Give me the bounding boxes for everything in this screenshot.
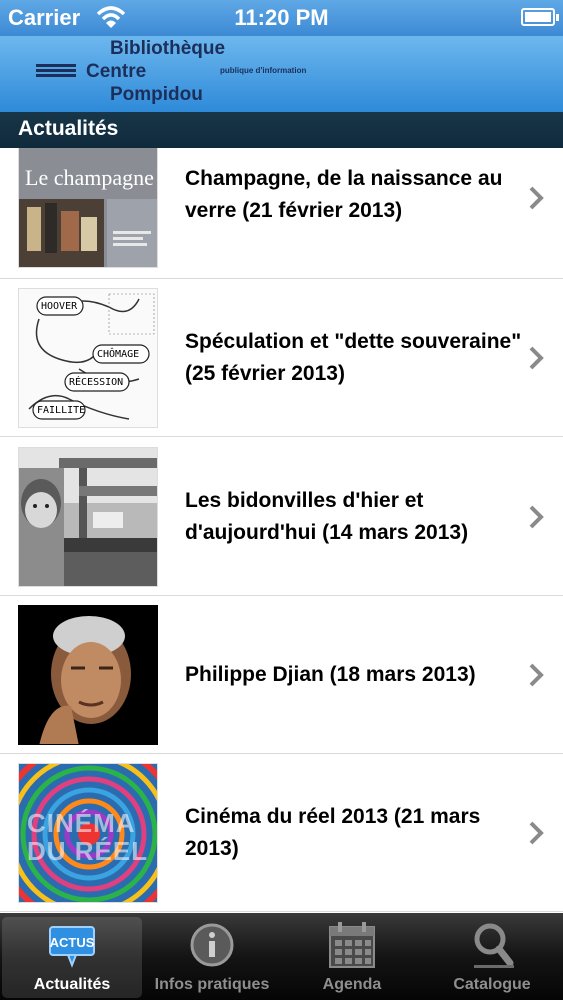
item-title: Philippe Djian (18 mars 2013) [185, 663, 476, 686]
thumbnail-word: CHÔMAGE [97, 349, 140, 360]
list-item[interactable]: Philippe Djian (18 mars 2013) [0, 596, 563, 754]
info-icon [190, 923, 234, 967]
actus-icon-text: ACTUS [50, 935, 95, 950]
item-title: Champagne, de la naissance au verre (21 … [185, 167, 503, 222]
tab-actualites[interactable]: ACTUS Actualités [2, 917, 142, 998]
thumbnail-image [18, 447, 158, 587]
thumbnail-title: CINÉMA [27, 808, 136, 838]
thumbnail-image: HOOVER CHÔMAGE RÉCESSION FAILLITE [18, 288, 158, 428]
chevron-right-icon [529, 186, 544, 210]
section-title: Actualités [18, 117, 119, 140]
logo-line-2: Centre [86, 61, 147, 82]
list-item[interactable]: CINÉMA DU RÉEL Cinéma du réel 2013 (21 m… [0, 754, 563, 912]
tab-label: Agenda [322, 976, 382, 993]
thumbnail-word: HOOVER [41, 301, 78, 312]
logo-bars [36, 64, 76, 80]
chevron-right-icon [529, 821, 544, 845]
tab-label: Infos pratiques [154, 976, 270, 993]
chevron-right-icon [529, 663, 544, 687]
thumbnail-title: Le champagne [25, 165, 154, 190]
tab-label: Actualités [33, 976, 111, 993]
logo-subtitle: publique d'information [220, 66, 307, 75]
thumbnail-image [18, 605, 158, 745]
tab-agenda[interactable]: Agenda [282, 917, 422, 998]
battery-icon [521, 8, 559, 26]
chevron-right-icon [529, 505, 544, 529]
list-item[interactable]: Les bidonvilles d'hier et d'aujourd'hui … [0, 438, 563, 596]
item-title: Cinéma du réel 2013 (21 mars 2013) [185, 805, 481, 860]
thumbnail-title: DU RÉEL [27, 836, 149, 866]
thumbnail-image: Le champagne [18, 148, 158, 268]
calendar-icon [329, 922, 375, 968]
tab-infos-pratiques[interactable]: Infos pratiques [142, 917, 282, 998]
list-item[interactable]: HOOVER CHÔMAGE RÉCESSION FAILLITE Spécul… [0, 279, 563, 437]
news-list[interactable]: Le champagne Champagne, de la naissance … [0, 148, 563, 913]
actus-icon: ACTUS [49, 926, 95, 968]
logo-line-1: Bibliothèque [110, 38, 226, 59]
bpi-logo: Bibliothèque Centre Pompidou publique d'… [36, 38, 336, 110]
app-header: Bibliothèque Centre Pompidou publique d'… [0, 36, 563, 112]
tab-bar: ACTUS Actualités Infos pratiques Agenda [0, 913, 563, 1000]
thumbnail-image: CINÉMA DU RÉEL [18, 763, 158, 903]
search-icon [474, 923, 514, 968]
tab-label: Catalogue [453, 976, 531, 993]
tab-catalogue[interactable]: Catalogue [422, 917, 562, 998]
clock: 11:20 PM [234, 5, 329, 30]
list-item[interactable]: Le champagne Champagne, de la naissance … [0, 148, 563, 279]
item-title: Les bidonvilles d'hier et d'aujourd'hui … [185, 489, 469, 544]
thumbnail-word: FAILLITE [37, 405, 86, 416]
item-title: Spéculation et "dette souveraine" (25 fé… [185, 330, 522, 385]
thumbnail-word: RÉCESSION [69, 377, 124, 388]
logo-line-3: Pompidou [110, 84, 203, 105]
status-bar: Carrier 11:20 PM [0, 0, 563, 36]
chevron-right-icon [529, 346, 544, 370]
section-header: Actualités [0, 112, 563, 148]
